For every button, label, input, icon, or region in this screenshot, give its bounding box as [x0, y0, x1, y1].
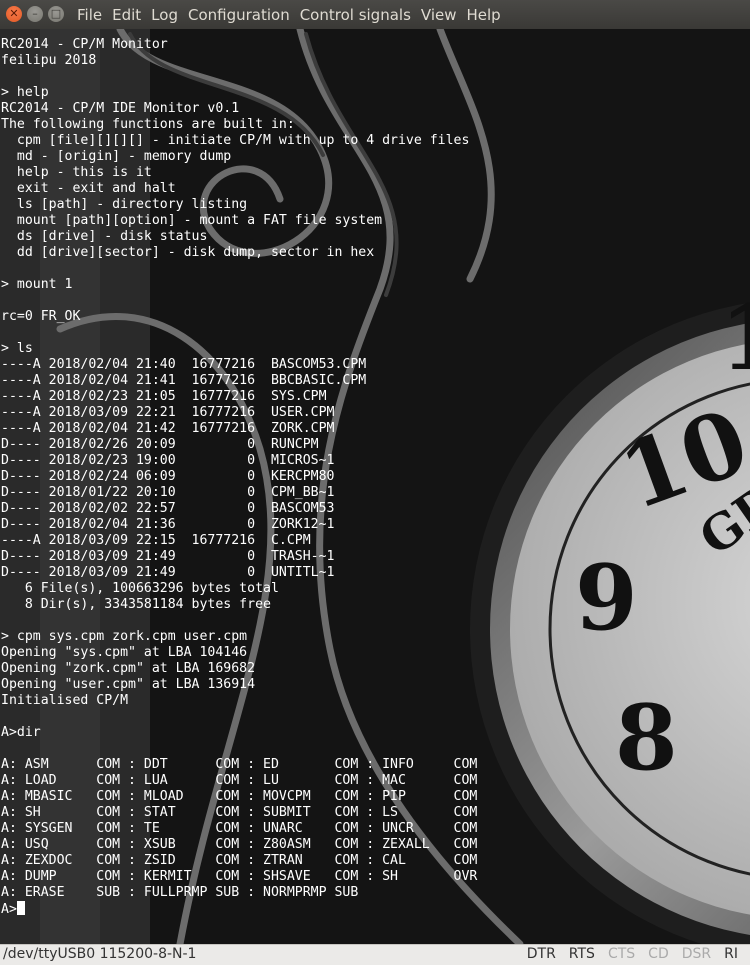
terminal-line: ----A 2018/02/04 21:41 16777216 BBCBASIC… — [1, 373, 367, 388]
terminal-line: RC2014 - CP/M Monitor — [1, 37, 168, 52]
svg-text:1: 1 — [720, 285, 750, 391]
signal-dtr[interactable]: DTR — [527, 946, 556, 962]
minimize-window-button[interactable]: – — [27, 6, 43, 22]
control-signals: DTR RTS CTS CD DSR RI — [514, 946, 738, 962]
terminal-line: A: LOAD COM : LUA COM : LU COM : MAC COM — [1, 773, 478, 788]
terminal-line: A>dir — [1, 725, 41, 740]
terminal-line: The following functions are built in: — [1, 117, 295, 132]
maximize-icon: □ — [50, 7, 62, 20]
svg-text:8: 8 — [615, 685, 678, 791]
menu-control-signals[interactable]: Control signals — [295, 6, 416, 24]
signal-ri: RI — [724, 946, 738, 962]
terminal-line: ----A 2018/02/04 21:42 16777216 ZORK.CPM — [1, 421, 335, 436]
terminal-line: cpm [file][][][] - initiate CP/M with up… — [16, 133, 470, 148]
menu-file[interactable]: File — [72, 6, 107, 24]
menu-configuration[interactable]: Configuration — [183, 6, 295, 24]
terminal-output: RC2014 - CP/M Monitor feilipu 2018 > hel… — [1, 37, 477, 918]
terminal-line: > ls — [1, 341, 33, 356]
terminal-line: Opening "zork.cpm" at LBA 169682 — [1, 661, 256, 676]
signal-rts[interactable]: RTS — [569, 946, 595, 962]
terminal-line: exit - exit and halt — [16, 181, 176, 196]
close-icon: ✕ — [9, 7, 19, 20]
terminal-line: dd [drive][sector] - disk dump, sector i… — [16, 245, 375, 260]
minimize-icon: – — [32, 7, 38, 20]
terminal-line: ----A 2018/02/23 21:05 16777216 SYS.CPM — [1, 389, 327, 404]
terminal-line: md - [origin] - memory dump — [16, 149, 232, 164]
terminal-line: Opening "sys.cpm" at LBA 104146 — [1, 645, 248, 660]
terminal-line: help - this is it — [16, 165, 152, 180]
terminal-line: ls [path] - directory listing — [16, 197, 248, 212]
port-settings: /dev/ttyUSB0 115200-8-N-1 — [3, 946, 197, 962]
close-window-button[interactable]: ✕ — [6, 6, 22, 22]
menu-edit[interactable]: Edit — [107, 6, 146, 24]
menu-bar: File Edit Log Configuration Control sign… — [72, 0, 506, 29]
terminal-line: Initialised CP/M — [1, 693, 129, 708]
terminal-line: ----A 2018/03/09 22:15 16777216 C.CPM — [1, 533, 311, 548]
terminal-line: ----A 2018/03/09 22:21 16777216 USER.CPM — [1, 405, 335, 420]
text-cursor — [16, 901, 25, 915]
terminal-line: D---- 2018/03/09 21:49 0 TRASH-~1 — [1, 549, 335, 564]
svg-text:9: 9 — [575, 545, 638, 651]
terminal-line: A: SH COM : STAT COM : SUBMIT COM : LS C… — [1, 805, 478, 820]
terminal-line: D---- 2018/02/04 21:36 0 ZORK12~1 — [1, 517, 335, 532]
terminal-line: A: DUMP COM : KERMIT COM : SHSAVE COM : … — [1, 869, 478, 884]
menu-view[interactable]: View — [416, 6, 462, 24]
terminal-line: A: ERASE SUB : FULLPRMP SUB : NORMPRMP S… — [1, 885, 359, 900]
terminal-area[interactable]: 10 9 8 1 GRA RC2014 - CP/M Monitor feili… — [0, 29, 750, 944]
terminal-line: D---- 2018/02/24 06:09 0 KERCPM80 — [1, 469, 335, 484]
title-bar: ✕ – □ File Edit Log Configuration Contro… — [0, 0, 750, 30]
maximize-window-button[interactable]: □ — [48, 6, 64, 22]
signal-cd: CD — [648, 946, 669, 962]
menu-help[interactable]: Help — [462, 6, 506, 24]
terminal-line: D---- 2018/02/23 19:00 0 MICROS~1 — [1, 453, 335, 468]
terminal-line: ds [drive] - disk status — [16, 229, 208, 244]
terminal-line: > mount 1 — [1, 277, 73, 292]
terminal-line: > cpm sys.cpm zork.cpm user.cpm — [1, 629, 248, 644]
signal-dsr: DSR — [681, 946, 712, 962]
terminal-line: A: ZEXDOC COM : ZSID COM : ZTRAN COM : C… — [1, 853, 478, 868]
terminal-line: D---- 2018/02/26 20:09 0 RUNCPM — [1, 437, 319, 452]
terminal-lines: RC2014 - CP/M Monitor feilipu 2018 > hel… — [1, 37, 477, 900]
terminal-line: mount [path][option] - mount a FAT file … — [16, 213, 383, 228]
terminal-line: A: ASM COM : DDT COM : ED COM : INFO COM — [1, 757, 478, 772]
terminal-line: A: MBASIC COM : MLOAD COM : MOVCPM COM :… — [1, 789, 478, 804]
terminal-line: Opening "user.cpm" at LBA 136914 — [1, 677, 256, 692]
terminal-line: RC2014 - CP/M IDE Monitor v0.1 — [1, 101, 240, 116]
terminal-line: feilipu 2018 — [1, 53, 97, 68]
status-bar: /dev/ttyUSB0 115200-8-N-1 DTR RTS CTS CD… — [0, 944, 750, 965]
terminal-line: > help — [1, 85, 49, 100]
terminal-line: D---- 2018/01/22 20:10 0 CPM_BB~1 — [1, 485, 335, 500]
menu-log[interactable]: Log — [146, 6, 183, 24]
command-prompt: A> — [1, 902, 17, 917]
terminal-line: A: USQ COM : XSUB COM : Z80ASM COM : ZEX… — [1, 837, 478, 852]
terminal-line: ----A 2018/02/04 21:40 16777216 BASCOM53… — [1, 357, 367, 372]
terminal-line: rc=0 FR_OK — [1, 309, 81, 324]
terminal-line: 6 File(s), 100663296 bytes total — [24, 581, 279, 596]
terminal-line: D---- 2018/02/02 22:57 0 BASCOM53 — [1, 501, 335, 516]
signal-cts: CTS — [607, 946, 636, 962]
terminal-line: A: SYSGEN COM : TE COM : UNARC COM : UNC… — [1, 821, 478, 836]
terminal-line: D---- 2018/03/09 21:49 0 UNTITL~1 — [1, 565, 335, 580]
terminal-line: 8 Dir(s), 3343581184 bytes free — [24, 597, 271, 612]
